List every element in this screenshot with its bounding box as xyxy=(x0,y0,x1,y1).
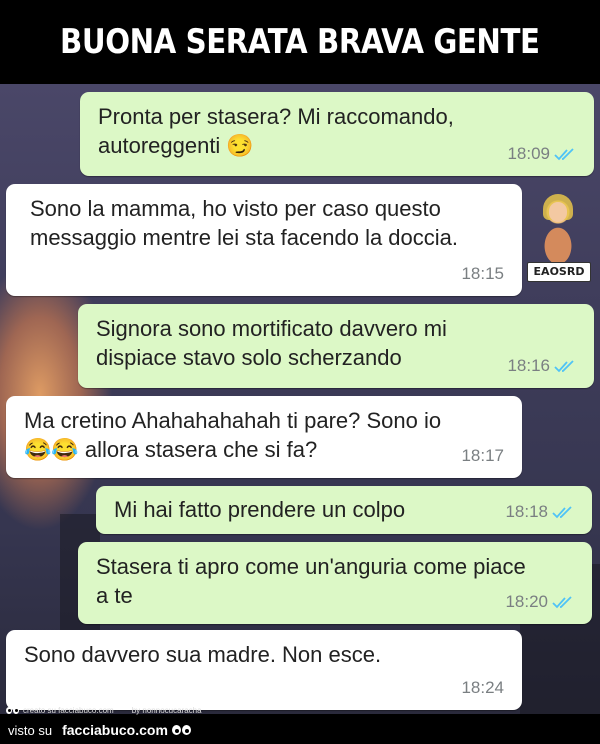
message-time: 18:20 xyxy=(505,592,548,611)
double-check-icon xyxy=(552,595,572,608)
message-time: 18:16 xyxy=(507,356,550,375)
message-text: Sono davvero sua madre. Non esce. xyxy=(24,642,382,667)
message-text: Stasera ti apro come un'anguria come pia… xyxy=(96,554,526,608)
message-bubble-outgoing[interactable]: Pronta per stasera? Mi raccomando, autor… xyxy=(80,92,594,176)
sticker[interactable]: EAOSRD xyxy=(527,190,591,282)
footer-seen-on: visto su xyxy=(8,722,53,738)
footer-credit: creato su facciabuco.com by nonnocucarac… xyxy=(6,706,202,715)
message-text: Signora sono mortificato davvero mi disp… xyxy=(96,316,447,370)
footer-brand-line: visto su facciabuco.com xyxy=(8,722,191,738)
message-text: Pronta per stasera? Mi raccomando, autor… xyxy=(98,104,454,158)
footer-created-on: creato su facciabuco.com xyxy=(23,706,114,715)
message-time: 18:15 xyxy=(461,264,504,283)
message-meta: 18:16 xyxy=(507,351,576,380)
message-meta: 18:20 xyxy=(505,587,574,616)
header-bar: BUONA SERATA BRAVA GENTE xyxy=(0,0,600,84)
message-bubble-incoming[interactable]: Ma cretino Ahahahahahah ti pare? Sono io… xyxy=(6,396,522,478)
message-time: 18:17 xyxy=(461,446,504,465)
message-text: Ma cretino Ahahahahahah ti pare? Sono io… xyxy=(24,408,442,462)
sticker-image xyxy=(527,190,589,262)
message-bubble-outgoing[interactable]: Signora sono mortificato davvero mi disp… xyxy=(78,304,594,388)
message-time: 18:09 xyxy=(507,144,550,163)
message-meta: 18:17 xyxy=(461,441,504,470)
message-meta: 18:15 xyxy=(461,259,504,288)
double-check-icon xyxy=(554,147,574,160)
double-check-icon xyxy=(552,505,572,518)
message-time: 18:18 xyxy=(505,502,548,521)
eyes-logo-icon xyxy=(171,725,191,735)
message-bubble-incoming[interactable]: Sono la mamma, ho visto per caso questo … xyxy=(6,184,522,296)
message-bubble-incoming[interactable]: Sono davvero sua madre. Non esce. 18:24 xyxy=(6,630,522,710)
message-text: Sono la mamma, ho visto per caso questo … xyxy=(30,196,459,250)
message-time: 18:24 xyxy=(461,678,504,697)
double-check-icon xyxy=(554,359,574,372)
footer-brand[interactable]: facciabuco.com xyxy=(62,722,168,738)
header-title: BUONA SERATA BRAVA GENTE xyxy=(60,22,540,62)
message-meta: 18:24 xyxy=(461,673,504,702)
message-bubble-outgoing[interactable]: Stasera ti apro come un'anguria come pia… xyxy=(78,542,592,624)
footer-watermark: creato su facciabuco.com by nonnocucarac… xyxy=(0,706,600,744)
footer-author: by nonnocucaracha xyxy=(131,706,202,715)
eyes-logo-icon xyxy=(6,707,19,714)
sticker-caption: EAOSRD xyxy=(527,262,591,282)
message-meta: 18:18 xyxy=(505,497,574,526)
message-meta: 18:09 xyxy=(507,139,576,168)
message-bubble-outgoing[interactable]: Mi hai fatto prendere un colpo 18:18 xyxy=(96,486,592,534)
